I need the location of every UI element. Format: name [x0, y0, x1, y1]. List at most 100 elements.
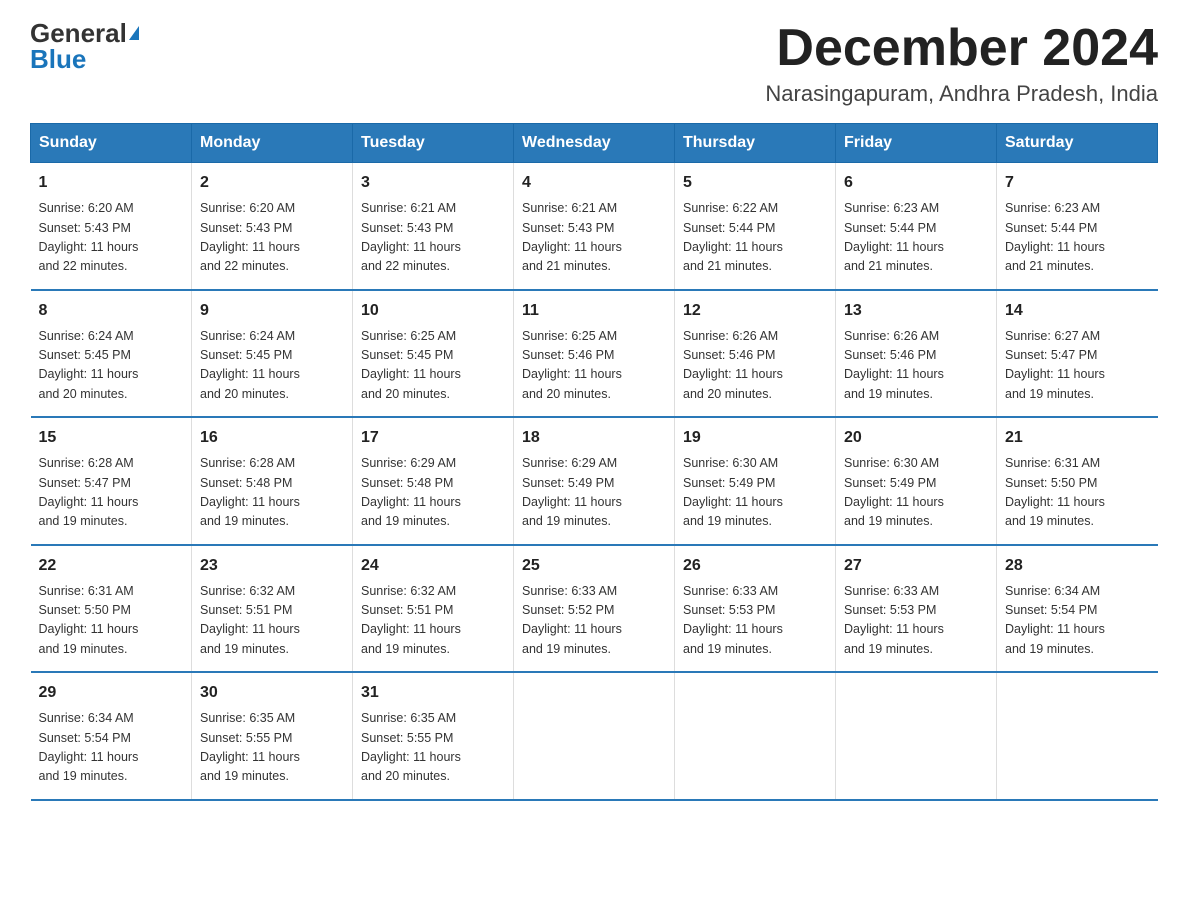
- logo-general-text: General: [30, 20, 127, 46]
- day-cell: 31 Sunrise: 6:35 AM Sunset: 5:55 PM Dayli…: [353, 672, 514, 800]
- header-row: SundayMondayTuesdayWednesdayThursdayFrid…: [31, 124, 1158, 163]
- day-cell: 6 Sunrise: 6:23 AM Sunset: 5:44 PM Daylig…: [836, 163, 997, 290]
- day-info: Sunrise: 6:33 AM Sunset: 5:53 PM Dayligh…: [683, 582, 827, 660]
- week-row-5: 29 Sunrise: 6:34 AM Sunset: 5:54 PM Dayli…: [31, 672, 1158, 800]
- day-cell: 11Sunrise: 6:25 AM Sunset: 5:46 PM Dayli…: [514, 290, 675, 418]
- day-number: 11: [522, 299, 666, 323]
- day-info: Sunrise: 6:35 AM Sunset: 5:55 PM Dayligh…: [361, 709, 505, 787]
- day-info: Sunrise: 6:26 AM Sunset: 5:46 PM Dayligh…: [683, 327, 827, 405]
- day-number: 19: [683, 426, 827, 450]
- day-cell: [836, 672, 997, 800]
- day-info: Sunrise: 6:31 AM Sunset: 5:50 PM Dayligh…: [1005, 454, 1150, 532]
- day-info: Sunrise: 6:35 AM Sunset: 5:55 PM Dayligh…: [200, 709, 344, 787]
- day-info: Sunrise: 6:20 AM Sunset: 5:43 PM Dayligh…: [200, 199, 344, 277]
- header-cell-sunday: Sunday: [31, 124, 192, 163]
- day-info: Sunrise: 6:33 AM Sunset: 5:53 PM Dayligh…: [844, 582, 988, 660]
- day-info: Sunrise: 6:26 AM Sunset: 5:46 PM Dayligh…: [844, 327, 988, 405]
- month-title: December 2024: [765, 20, 1158, 77]
- day-cell: 12 Sunrise: 6:26 AM Sunset: 5:46 PM Dayli…: [675, 290, 836, 418]
- header-cell-thursday: Thursday: [675, 124, 836, 163]
- day-number: 30: [200, 681, 344, 705]
- day-cell: 19 Sunrise: 6:30 AM Sunset: 5:49 PM Dayli…: [675, 417, 836, 545]
- week-row-1: 1Sunrise: 6:20 AM Sunset: 5:43 PM Daylig…: [31, 163, 1158, 290]
- logo-blue-text: Blue: [30, 46, 86, 72]
- day-cell: 21 Sunrise: 6:31 AM Sunset: 5:50 PM Dayli…: [997, 417, 1158, 545]
- day-cell: 18 Sunrise: 6:29 AM Sunset: 5:49 PM Dayli…: [514, 417, 675, 545]
- day-info: Sunrise: 6:20 AM Sunset: 5:43 PM Dayligh…: [39, 199, 184, 277]
- day-number: 29: [39, 681, 184, 705]
- day-cell: [675, 672, 836, 800]
- day-info: Sunrise: 6:28 AM Sunset: 5:48 PM Dayligh…: [200, 454, 344, 532]
- day-number: 31: [361, 681, 505, 705]
- day-cell: 10 Sunrise: 6:25 AM Sunset: 5:45 PM Dayli…: [353, 290, 514, 418]
- day-info: Sunrise: 6:28 AM Sunset: 5:47 PM Dayligh…: [39, 454, 184, 532]
- day-number: 20: [844, 426, 988, 450]
- day-cell: 27 Sunrise: 6:33 AM Sunset: 5:53 PM Dayli…: [836, 545, 997, 673]
- day-cell: 22 Sunrise: 6:31 AM Sunset: 5:50 PM Dayli…: [31, 545, 192, 673]
- calendar-body: 1Sunrise: 6:20 AM Sunset: 5:43 PM Daylig…: [31, 163, 1158, 800]
- day-number: 17: [361, 426, 505, 450]
- day-cell: [514, 672, 675, 800]
- day-number: 2: [200, 171, 344, 195]
- day-info: Sunrise: 6:25 AM Sunset: 5:45 PM Dayligh…: [361, 327, 505, 405]
- page-header: General Blue December 2024 Narasingapura…: [30, 20, 1158, 107]
- day-info: Sunrise: 6:23 AM Sunset: 5:44 PM Dayligh…: [844, 199, 988, 277]
- day-info: Sunrise: 6:31 AM Sunset: 5:50 PM Dayligh…: [39, 582, 184, 660]
- day-cell: 14 Sunrise: 6:27 AM Sunset: 5:47 PM Dayli…: [997, 290, 1158, 418]
- day-number: 22: [39, 554, 184, 578]
- day-info: Sunrise: 6:23 AM Sunset: 5:44 PM Dayligh…: [1005, 199, 1150, 277]
- day-number: 27: [844, 554, 988, 578]
- day-number: 8: [39, 299, 184, 323]
- day-cell: 23 Sunrise: 6:32 AM Sunset: 5:51 PM Dayli…: [192, 545, 353, 673]
- day-info: Sunrise: 6:29 AM Sunset: 5:49 PM Dayligh…: [522, 454, 666, 532]
- day-cell: 15 Sunrise: 6:28 AM Sunset: 5:47 PM Dayli…: [31, 417, 192, 545]
- day-number: 12: [683, 299, 827, 323]
- day-number: 18: [522, 426, 666, 450]
- day-number: 3: [361, 171, 505, 195]
- day-cell: 17 Sunrise: 6:29 AM Sunset: 5:48 PM Dayli…: [353, 417, 514, 545]
- week-row-4: 22 Sunrise: 6:31 AM Sunset: 5:50 PM Dayli…: [31, 545, 1158, 673]
- day-cell: 30 Sunrise: 6:35 AM Sunset: 5:55 PM Dayli…: [192, 672, 353, 800]
- logo: General Blue: [30, 20, 139, 72]
- day-info: Sunrise: 6:30 AM Sunset: 5:49 PM Dayligh…: [683, 454, 827, 532]
- day-info: Sunrise: 6:34 AM Sunset: 5:54 PM Dayligh…: [39, 709, 184, 787]
- header-cell-monday: Monday: [192, 124, 353, 163]
- day-number: 24: [361, 554, 505, 578]
- header-cell-saturday: Saturday: [997, 124, 1158, 163]
- day-number: 23: [200, 554, 344, 578]
- week-row-3: 15 Sunrise: 6:28 AM Sunset: 5:47 PM Dayli…: [31, 417, 1158, 545]
- day-number: 21: [1005, 426, 1150, 450]
- title-area: December 2024 Narasingapuram, Andhra Pra…: [765, 20, 1158, 107]
- day-info: Sunrise: 6:34 AM Sunset: 5:54 PM Dayligh…: [1005, 582, 1150, 660]
- header-cell-wednesday: Wednesday: [514, 124, 675, 163]
- day-number: 16: [200, 426, 344, 450]
- day-cell: 24 Sunrise: 6:32 AM Sunset: 5:51 PM Dayli…: [353, 545, 514, 673]
- day-info: Sunrise: 6:32 AM Sunset: 5:51 PM Dayligh…: [361, 582, 505, 660]
- day-cell: 5Sunrise: 6:22 AM Sunset: 5:44 PM Daylig…: [675, 163, 836, 290]
- day-number: 13: [844, 299, 988, 323]
- day-number: 6: [844, 171, 988, 195]
- day-cell: 13 Sunrise: 6:26 AM Sunset: 5:46 PM Dayli…: [836, 290, 997, 418]
- day-number: 15: [39, 426, 184, 450]
- day-cell: 26Sunrise: 6:33 AM Sunset: 5:53 PM Dayli…: [675, 545, 836, 673]
- day-cell: 3Sunrise: 6:21 AM Sunset: 5:43 PM Daylig…: [353, 163, 514, 290]
- location-title: Narasingapuram, Andhra Pradesh, India: [765, 81, 1158, 107]
- day-info: Sunrise: 6:32 AM Sunset: 5:51 PM Dayligh…: [200, 582, 344, 660]
- day-number: 10: [361, 299, 505, 323]
- day-info: Sunrise: 6:21 AM Sunset: 5:43 PM Dayligh…: [522, 199, 666, 277]
- day-info: Sunrise: 6:24 AM Sunset: 5:45 PM Dayligh…: [200, 327, 344, 405]
- day-info: Sunrise: 6:27 AM Sunset: 5:47 PM Dayligh…: [1005, 327, 1150, 405]
- day-cell: 4Sunrise: 6:21 AM Sunset: 5:43 PM Daylig…: [514, 163, 675, 290]
- day-number: 9: [200, 299, 344, 323]
- calendar-table: SundayMondayTuesdayWednesdayThursdayFrid…: [30, 123, 1158, 801]
- logo-triangle-icon: [129, 26, 139, 40]
- day-cell: 28 Sunrise: 6:34 AM Sunset: 5:54 PM Dayli…: [997, 545, 1158, 673]
- day-info: Sunrise: 6:29 AM Sunset: 5:48 PM Dayligh…: [361, 454, 505, 532]
- day-info: Sunrise: 6:24 AM Sunset: 5:45 PM Dayligh…: [39, 327, 184, 405]
- day-cell: 16 Sunrise: 6:28 AM Sunset: 5:48 PM Dayli…: [192, 417, 353, 545]
- day-cell: 25Sunrise: 6:33 AM Sunset: 5:52 PM Dayli…: [514, 545, 675, 673]
- day-number: 7: [1005, 171, 1150, 195]
- day-number: 14: [1005, 299, 1150, 323]
- day-cell: 1Sunrise: 6:20 AM Sunset: 5:43 PM Daylig…: [31, 163, 192, 290]
- day-number: 28: [1005, 554, 1150, 578]
